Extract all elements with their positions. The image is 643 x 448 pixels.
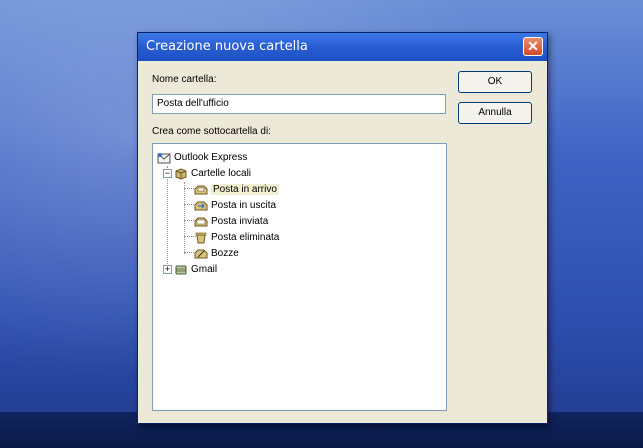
tree-item-outlook-express[interactable]: Outlook Express [157, 150, 247, 165]
subfolder-label: Crea come sottocartella di: [152, 126, 271, 137]
outbox-icon [194, 201, 208, 210]
tree-connector [184, 182, 185, 254]
close-button[interactable]: ✕ [523, 37, 543, 56]
folder-tree[interactable]: Outlook Express − Cartelle locali Posta … [152, 143, 447, 411]
mail-server-icon [175, 265, 187, 274]
inbox-icon [194, 185, 208, 194]
new-folder-dialog: Creazione nuova cartella ✕ Nome cartella… [137, 32, 548, 424]
sent-items-icon [194, 217, 208, 226]
folder-name-input[interactable]: Posta dell'ufficio [152, 94, 446, 114]
tree-item-outbox[interactable]: Posta in uscita [194, 198, 276, 213]
drafts-icon [194, 249, 208, 258]
cancel-button[interactable]: Annulla [458, 102, 532, 124]
dialog-title: Creazione nuova cartella [146, 39, 308, 54]
ok-button[interactable]: OK [458, 71, 532, 93]
dialog-titlebar[interactable]: Creazione nuova cartella ✕ [138, 33, 547, 61]
collapse-icon[interactable]: − [163, 169, 172, 178]
close-icon: ✕ [527, 38, 539, 54]
tree-item-drafts[interactable]: Bozze [194, 246, 239, 261]
outlook-express-icon [157, 152, 171, 163]
tree-item-deleted[interactable]: Posta eliminata [194, 230, 279, 245]
local-folders-icon [175, 167, 187, 180]
trash-icon [195, 232, 207, 243]
folder-name-label: Nome cartella: [152, 74, 217, 85]
expand-icon[interactable]: + [163, 265, 172, 274]
tree-connector [167, 166, 168, 270]
tree-item-local-folders[interactable]: Cartelle locali [174, 166, 251, 181]
tree-item-sent[interactable]: Posta inviata [194, 214, 268, 229]
tree-item-gmail[interactable]: Gmail [174, 262, 217, 277]
tree-item-inbox[interactable]: Posta in arrivo [194, 182, 279, 197]
